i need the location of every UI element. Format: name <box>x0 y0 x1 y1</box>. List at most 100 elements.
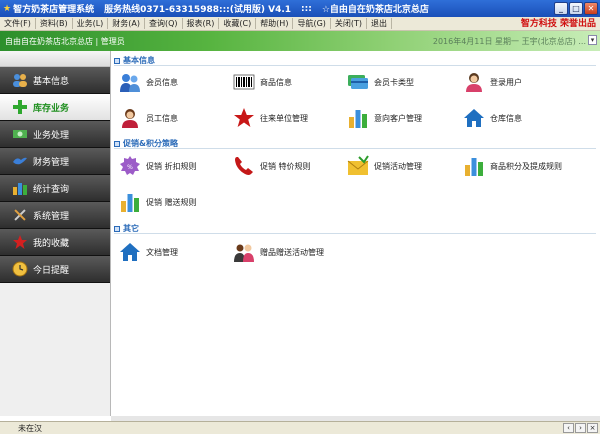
menu-report[interactable]: 报表(R) <box>183 18 220 29</box>
sidebar-item-basic-info[interactable]: 基本信息 <box>0 67 110 94</box>
envelope-icon <box>347 155 369 177</box>
item-promo-discount[interactable]: % 促销 折扣规则 <box>119 155 197 177</box>
section-divider <box>114 65 596 66</box>
section-marker-icon <box>114 57 120 64</box>
item-supplier-management[interactable]: 往来单位管理 <box>233 107 308 129</box>
menu-close[interactable]: 关闭(T) <box>331 18 368 29</box>
item-label: 会员信息 <box>146 77 178 87</box>
close-tab-button[interactable]: × <box>587 423 598 433</box>
maximize-button[interactable]: □ <box>569 2 583 15</box>
item-product-info[interactable]: 商品信息 <box>233 71 292 93</box>
section-divider <box>114 148 596 149</box>
section-divider <box>114 233 596 234</box>
minimize-button[interactable]: _ <box>554 2 568 15</box>
sidebar-item-favorites[interactable]: 我的收藏 <box>0 229 110 256</box>
menu-finance[interactable]: 财务(A) <box>108 18 145 29</box>
item-label: 仓库信息 <box>490 113 522 123</box>
menu-exit[interactable]: 退出 <box>367 18 393 29</box>
phone-icon <box>233 155 255 177</box>
item-label: 赠品赠送活动管理 <box>260 247 324 257</box>
people-icon <box>233 241 255 263</box>
members-icon <box>119 71 141 93</box>
menu-business[interactable]: 业务(L) <box>73 18 109 29</box>
item-gift-activity[interactable]: 赠品赠送活动管理 <box>233 241 324 263</box>
scroll-left-button[interactable]: ‹ <box>563 423 574 433</box>
item-label: 意向客户管理 <box>374 113 422 123</box>
item-label: 往来单位管理 <box>260 113 308 123</box>
bar-chart-icon <box>119 191 141 213</box>
bar-chart-icon <box>12 180 28 196</box>
item-label: 文档管理 <box>146 247 178 257</box>
item-points-rules[interactable]: 商品积分及提成规则 <box>463 155 562 177</box>
service-hotline: 服务热线0371-63315988:::(试用版) V4.1 <box>104 5 292 15</box>
store-user-label: 自由自在奶茶店北京总店 | 管理员 <box>5 37 125 46</box>
staff-icon <box>119 107 141 129</box>
user-female-icon <box>463 71 485 93</box>
clock-icon <box>12 261 28 277</box>
star-icon <box>233 107 255 129</box>
item-label: 员工信息 <box>146 113 178 123</box>
home-icon <box>119 241 141 263</box>
item-label: 促销 特价规则 <box>260 161 311 171</box>
item-member-card-type[interactable]: 会员卡类型 <box>347 71 414 93</box>
sidebar-item-business[interactable]: 业务处理 <box>0 121 110 148</box>
item-doc-management[interactable]: 文档管理 <box>119 241 178 263</box>
app-title: 智方奶茶店管理系统 <box>13 5 95 15</box>
item-label: 促销 折扣规则 <box>146 161 197 171</box>
status-bar: 未在汉 ‹ › × <box>0 421 600 434</box>
tools-icon <box>12 207 28 223</box>
status-controls: ‹ › × <box>563 423 598 433</box>
scroll-right-button[interactable]: › <box>575 423 586 433</box>
sidebar-item-statistics[interactable]: 统计查询 <box>0 175 110 202</box>
app-star-icon: ★ <box>3 3 12 14</box>
window-titlebar: ★ 智方奶茶店管理系统 服务热线0371-63315988:::(试用版) V4… <box>0 0 600 17</box>
menu-query[interactable]: 查询(Q) <box>145 18 183 29</box>
sidebar-item-label: 系统管理 <box>33 211 70 222</box>
main-panel: 基本信息 会员信息 商品信息 会员卡类型 登录用户 员工信息 往来单位管理 意向… <box>111 51 600 416</box>
svg-text:%: % <box>127 164 133 171</box>
header-banner: 自由自在奶茶店北京总店 | 管理员 2016年4月11日 星期一 王宇(北京总店… <box>0 31 600 51</box>
title-separator: ::: <box>301 3 312 14</box>
sidebar-item-finance[interactable]: 财务管理 <box>0 148 110 175</box>
sidebar-item-label: 今日提醒 <box>33 265 70 276</box>
item-promo-activity[interactable]: 促销活动管理 <box>347 155 422 177</box>
sidebar-item-inventory[interactable]: 库存业务 <box>0 94 110 121</box>
item-warehouse-info[interactable]: 仓库信息 <box>463 107 522 129</box>
section-marker-icon <box>114 225 120 232</box>
item-label: 会员卡类型 <box>374 77 414 87</box>
bar-chart-icon <box>347 107 369 129</box>
bar-chart-icon <box>463 155 485 177</box>
sidebar-item-label: 基本信息 <box>33 76 70 87</box>
date-user-info: 2016年4月11日 星期一 王宇(北京总店) ... <box>432 37 586 46</box>
item-staff-info[interactable]: 员工信息 <box>119 107 178 129</box>
item-promo-special[interactable]: 促销 特价规则 <box>233 155 311 177</box>
section-marker-icon <box>114 140 120 147</box>
sidebar-item-reminders[interactable]: 今日提醒 <box>0 256 110 283</box>
sidebar-item-label: 库存业务 <box>33 103 70 114</box>
menu-favorites[interactable]: 收藏(C) <box>219 18 257 29</box>
discount-badge-icon: % <box>119 155 141 177</box>
sidebar-item-system[interactable]: 系统管理 <box>0 202 110 229</box>
home-icon <box>463 107 485 129</box>
item-label: 商品积分及提成规则 <box>490 161 562 171</box>
menu-data[interactable]: 资料(B) <box>36 18 73 29</box>
item-label: 登录用户 <box>490 77 522 87</box>
plus-icon <box>12 99 28 115</box>
banner-dropdown-button[interactable]: ▾ <box>588 35 597 45</box>
menu-file[interactable]: 文件(F) <box>0 18 36 29</box>
bird-icon <box>12 153 28 169</box>
sidebar-item-label: 财务管理 <box>33 157 70 168</box>
brand-label: 智方科技 荣誉出品 <box>520 19 596 29</box>
item-promo-gift[interactable]: 促销 赠送规则 <box>119 191 197 213</box>
close-button[interactable]: ✕ <box>584 2 598 15</box>
store-title: ☆自由自在奶茶店北京总店 <box>321 5 429 15</box>
menu-navigate[interactable]: 导航(G) <box>293 18 331 29</box>
menu-help[interactable]: 帮助(H) <box>256 18 294 29</box>
item-label: 促销活动管理 <box>374 161 422 171</box>
window-controls: _ □ ✕ <box>554 2 598 15</box>
item-member-info[interactable]: 会员信息 <box>119 71 178 93</box>
item-login-user[interactable]: 登录用户 <box>463 71 522 93</box>
sidebar-item-label: 业务处理 <box>33 130 70 141</box>
item-intent-customer[interactable]: 意向客户管理 <box>347 107 422 129</box>
sidebar-item-label: 我的收藏 <box>33 238 70 249</box>
